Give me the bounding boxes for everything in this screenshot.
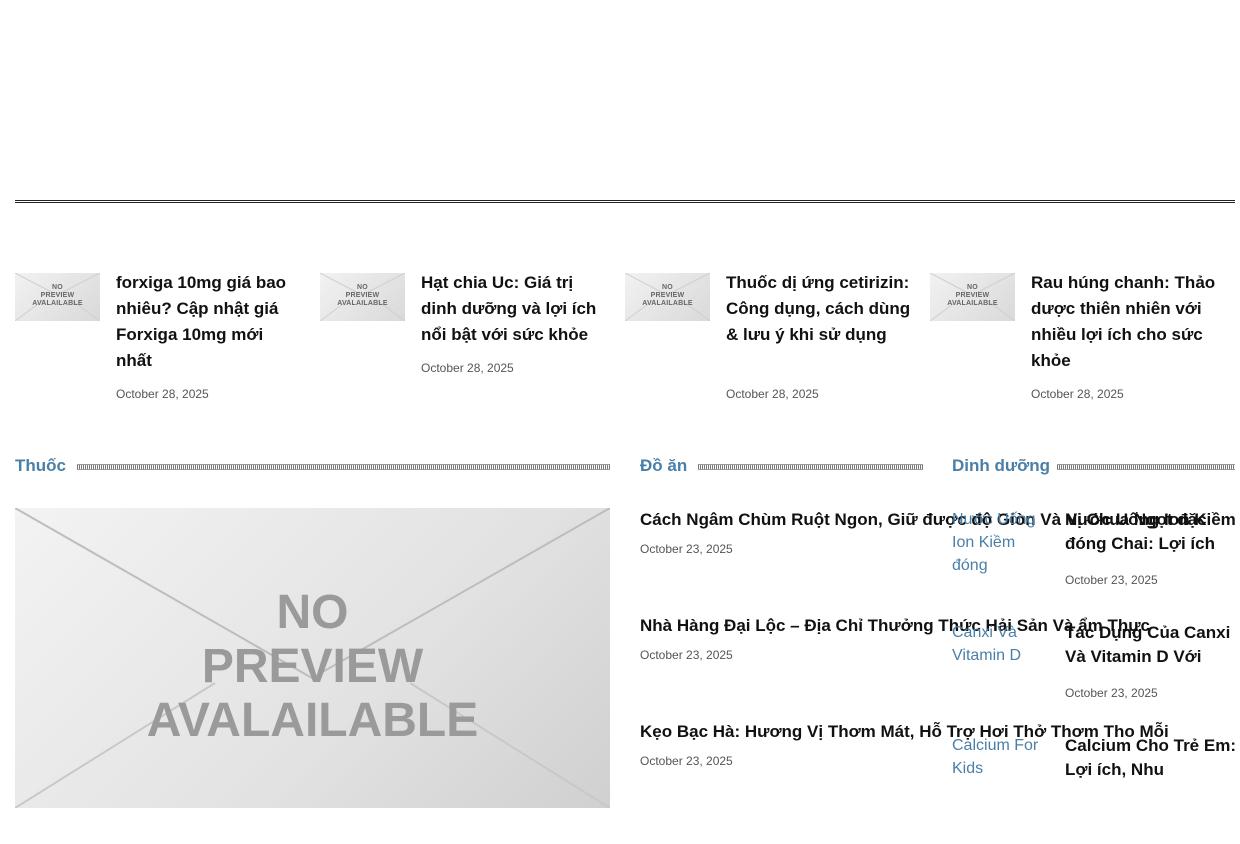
article-thumbnail[interactable]: NO PREVIEW AVALAILABLE — [320, 273, 405, 321]
article-thumbnail[interactable]: NO PREVIEW AVALAILABLE — [15, 273, 100, 321]
article-title[interactable]: Hạt chia Uc: Giá trị dinh dưỡng và lợi í… — [421, 270, 606, 348]
nutrition-article[interactable]: Canxi Và Vitamin D Tác Dụng Của Canxi Và… — [952, 621, 1240, 731]
article-date: October 28, 2025 — [726, 387, 819, 401]
food-article[interactable]: Cách Ngâm Chùm Ruột Ngon, Giữ được độ Gi… — [640, 508, 1207, 556]
article-title[interactable]: Kẹo Bạc Hà: Hương Vị Thơm Mát, Hỗ Trợ Hơ… — [640, 720, 1169, 744]
article-date: October 23, 2025 — [640, 648, 733, 662]
article-title[interactable]: Thuốc dị ứng cetirizin: Công dụng, cách … — [726, 270, 911, 348]
top-articles-row: NO PREVIEW AVALAILABLE forxiga 10mg giá ba… — [15, 270, 1235, 410]
article-title[interactable]: Nhà Hàng Đại Lộc – Địa Chỉ Thưởng Thức H… — [640, 614, 1150, 638]
no-preview-label: NO PREVIEW AVALAILABLE — [642, 284, 693, 307]
article-date: October 28, 2025 — [116, 387, 209, 401]
no-preview-label: NO PREVIEW AVALAILABLE — [32, 284, 83, 307]
article-date: October 28, 2025 — [1031, 387, 1124, 401]
section-header-rule — [698, 464, 923, 470]
featured-article-image[interactable]: NO PREVIEW AVALAILABLE — [15, 508, 610, 808]
section-title[interactable]: Đồ ăn — [640, 456, 687, 476]
article-date: October 23, 2025 — [640, 754, 733, 768]
section-title[interactable]: Dinh dưỡng — [952, 456, 1050, 476]
article-title[interactable]: Tác Dụng Của Canxi Và Vitamin D Với — [1065, 621, 1240, 669]
article-date: October 28, 2025 — [421, 361, 514, 375]
article-thumbnail[interactable]: NO PREVIEW AVALAILABLE — [930, 273, 1015, 321]
article-date: October 23, 2025 — [1065, 686, 1158, 700]
section-header-rule — [77, 464, 610, 470]
no-preview-label: NO PREVIEW AVALAILABLE — [337, 284, 388, 307]
article-date: October 23, 2025 — [1065, 573, 1158, 587]
food-article[interactable]: Nhà Hàng Đại Lộc – Địa Chỉ Thưởng Thức H… — [640, 614, 1150, 662]
nutrition-article[interactable]: Calcium For Kids Calcium Cho Trẻ Em: Lợi… — [952, 734, 1240, 844]
article-thumbnail[interactable]: NO PREVIEW AVALAILABLE — [625, 273, 710, 321]
no-preview-label: NO PREVIEW AVALAILABLE — [947, 284, 998, 307]
section-title[interactable]: Thuốc — [15, 456, 66, 476]
section-divider — [15, 200, 1235, 203]
article-title[interactable]: Nước Uống Ion Kiềm đóng Chai: Lợi ích — [1065, 508, 1240, 556]
section-header-do-an: Đồ ăn — [640, 456, 923, 478]
article-title[interactable]: forxiga 10mg giá bao nhiêu? Cập nhật giá… — [116, 270, 301, 374]
section-header-thuoc: Thuốc — [15, 456, 610, 478]
no-preview-label: NO PREVIEW AVALAILABLE — [146, 586, 479, 747]
article-title[interactable]: Cách Ngâm Chùm Ruột Ngon, Giữ được độ Gi… — [640, 508, 1207, 532]
article-date: October 23, 2025 — [640, 542, 733, 556]
article-title[interactable]: Calcium Cho Trẻ Em: Lợi ích, Nhu — [1065, 734, 1240, 782]
article-title[interactable]: Rau húng chanh: Thảo dược thiên nhiên vớ… — [1031, 270, 1216, 374]
food-article[interactable]: Kẹo Bạc Hà: Hương Vị Thơm Mát, Hỗ Trợ Hơ… — [640, 720, 1169, 768]
article-image-alt[interactable]: Calcium For Kids — [952, 734, 1047, 780]
article-image-alt[interactable]: Canxi Và Vitamin D — [952, 621, 1047, 667]
article-image-alt[interactable]: Nước Uống Ion Kiềm đóng — [952, 508, 1047, 577]
nutrition-article[interactable]: Nước Uống Ion Kiềm đóng Nước Uống Ion Ki… — [952, 508, 1240, 618]
section-header-rule — [1057, 464, 1235, 470]
section-header-dinh-duong: Dinh dưỡng — [952, 456, 1235, 478]
